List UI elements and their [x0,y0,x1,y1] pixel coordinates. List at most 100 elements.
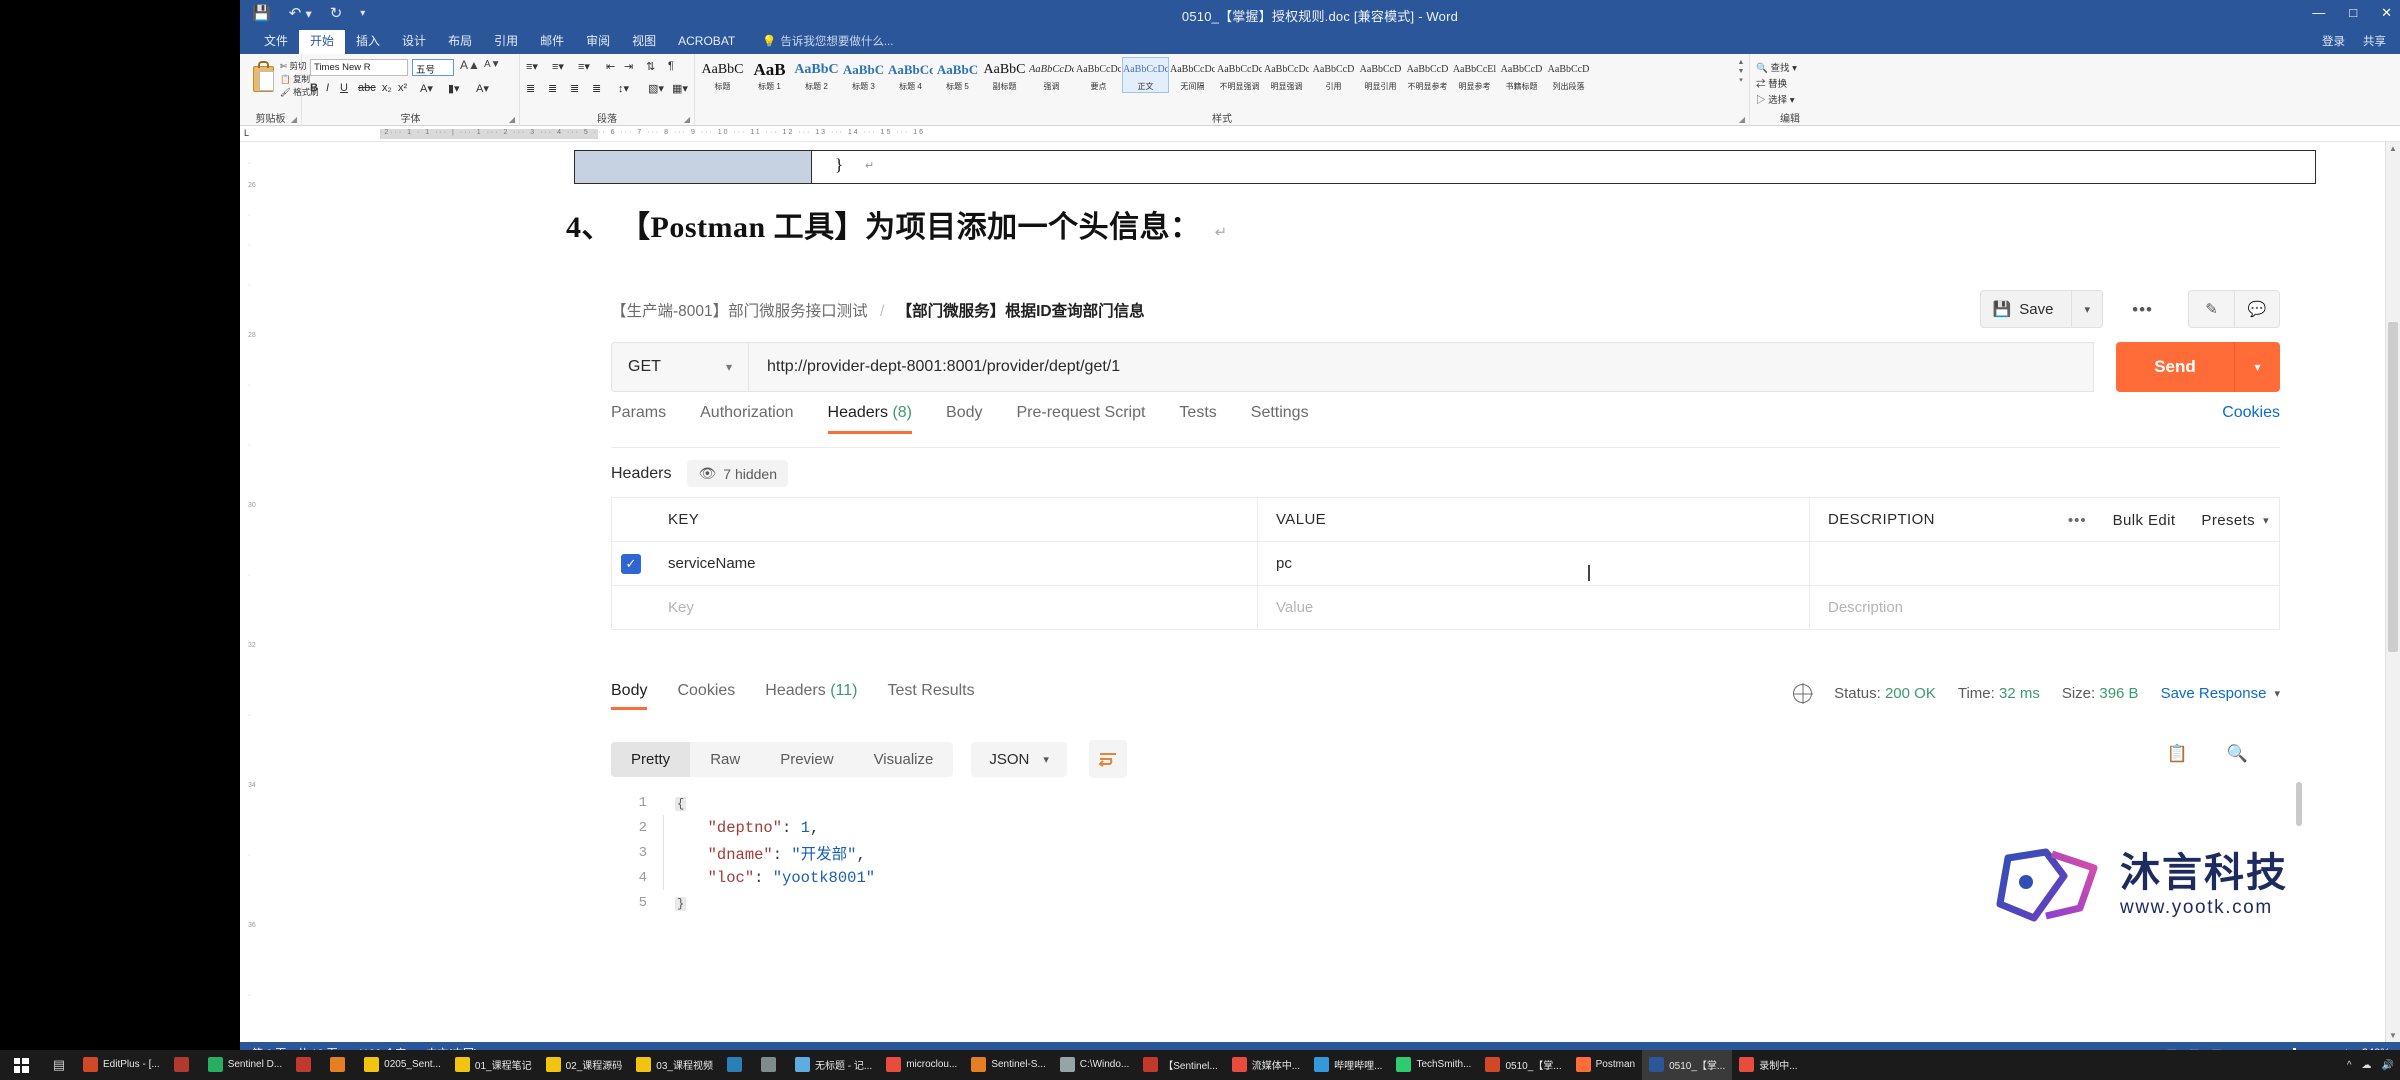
sign-in-link[interactable]: 登录 [2322,33,2345,49]
grow-font-icon[interactable]: A▲ [460,58,480,72]
show-marks-icon[interactable]: ¶ [668,60,674,72]
style-item[interactable]: AaBbCcEl 明显参考 [1451,57,1498,93]
ribbon-tab-acrobat[interactable]: ACROBAT [667,30,746,54]
justify-icon[interactable]: ≣ [592,82,601,95]
row-key[interactable]: serviceName [650,542,1258,585]
ribbon-tab-mailings[interactable]: 邮件 [529,30,575,54]
shading-icon[interactable]: ▧▾ [648,82,664,95]
styles-scroll-down-icon[interactable]: ▼ [1735,67,1747,76]
style-item[interactable]: AaBbCcDc 无间隔 [1169,57,1216,93]
align-center-icon[interactable]: ≣ [548,82,557,95]
task-view-button[interactable]: ▤ [42,1057,76,1073]
close-button[interactable]: ✕ [2381,5,2392,21]
superscript-icon[interactable]: x² [398,82,407,94]
taskbar-item[interactable]: 01_课程笔记 [448,1050,539,1080]
style-item[interactable]: AaBbC 标题 5 [934,57,981,93]
volume-icon[interactable]: 🔊 [2382,1060,2394,1071]
search-icon[interactable]: 🔍 [2227,744,2248,764]
tab-prerequest-script[interactable]: Pre-request Script [1016,404,1145,433]
quick-styles-gallery[interactable]: AaBbC 标题 AaB 标题 1 AaBbC 标题 2 AaBbC 标题 3 AaBb… [699,57,1592,93]
cookies-link[interactable]: Cookies [2222,404,2280,422]
placeholder-description[interactable]: Description [1810,586,2279,629]
response-scrollbar-thumb[interactable] [2296,782,2302,826]
wrap-lines-button[interactable] [1088,740,1127,778]
horizontal-ruler[interactable]: L ·2··· 1 · 1 ··· | ··· 1 ··· 2 ··· 3 ··… [240,126,2400,142]
select-command[interactable]: ▷ 选择 ▾ [1756,92,1795,106]
bold-icon[interactable]: B [310,82,318,94]
code-fold-icon[interactable]: } [675,896,687,911]
paste-icon[interactable] [250,60,276,94]
style-item[interactable]: AaBbC 标题 3 [840,57,887,93]
style-item[interactable]: AaBbCcDc 不明显强调 [1216,57,1263,93]
taskbar-item[interactable]: 0205_Sent... [357,1050,448,1080]
bulk-edit-button[interactable]: Bulk Edit [2113,512,2176,529]
edit-pencil-icon[interactable]: ✎ [2189,291,2234,327]
find-command[interactable]: 🔍 查找 ▾ [1756,60,1797,74]
document-page[interactable]: } ↵ 4、 【Postman 工具】为项目添加一个头信息： ↵ 【生产端-800… [266,142,2340,1042]
document-scrollbar[interactable]: ▲ ▼ [2385,142,2400,1042]
borders-icon[interactable]: ▦▾ [672,82,688,95]
request-tabs[interactable]: Params Authorization Headers (8) Body Pr… [611,404,2280,448]
comment-icon[interactable]: 💬 [2234,291,2279,327]
more-options-icon[interactable]: ••• [2132,300,2153,320]
strikethrough-icon[interactable]: abc [358,82,376,94]
system-tray[interactable]: ^ ☁ 🔊 [2347,1060,2394,1071]
response-tab-body[interactable]: Body [611,682,648,710]
placeholder-key[interactable]: Key [650,586,1258,629]
align-left-icon[interactable]: ≣ [526,82,535,95]
italic-icon[interactable]: I [326,82,329,94]
styles-scroll-buttons[interactable]: ▲ ▼ ▾ [1735,58,1747,85]
ribbon-tab-references[interactable]: 引用 [483,30,529,54]
subscript-icon[interactable]: x₂ [382,82,392,94]
scroll-down-icon[interactable]: ▼ [2386,1031,2400,1040]
ribbon-tab-home[interactable]: 开始 [299,30,346,54]
taskbar-item[interactable] [323,1050,357,1080]
show-hidden-icons-icon[interactable]: ^ [2347,1060,2352,1071]
minimize-button[interactable]: — [2312,5,2325,21]
multilevel-list-icon[interactable]: ≡▾ [578,60,590,73]
ribbon-tab-view[interactable]: 视图 [621,30,667,54]
tab-headers[interactable]: Headers (8) [827,404,912,434]
tab-params[interactable]: Params [611,404,666,433]
taskbar-item[interactable]: EditPlus - [... [76,1050,167,1080]
tab-settings[interactable]: Settings [1251,404,1309,433]
code-fold-icon[interactable]: { [675,796,687,811]
taskbar-item[interactable] [167,1050,201,1080]
format-raw[interactable]: Raw [690,742,760,777]
scrollbar-thumb[interactable] [2388,322,2398,652]
breadcrumb-parent[interactable]: 【生产端-8001】部门微服务接口测试 [611,303,868,320]
style-item[interactable]: AaBbCcD 书籍标题 [1498,57,1545,93]
style-item[interactable]: AaBbCcD 明显引用 [1357,57,1404,93]
taskbar-item[interactable]: Postman [1569,1050,1642,1080]
highlight-icon[interactable]: ▮▾ [448,82,460,95]
taskbar-item[interactable]: 流媒体中... [1225,1050,1307,1080]
tab-tests[interactable]: Tests [1179,404,1216,433]
ribbon-tab-file[interactable]: 文件 [253,30,299,54]
font-color-icon[interactable]: A▾ [476,82,489,95]
bullets-icon[interactable]: ≡▾ [526,60,538,73]
save-dropdown-caret-icon[interactable]: ▾ [2071,291,2102,327]
taskbar-item[interactable]: 无标题 - 记... [788,1050,879,1080]
underline-icon[interactable]: U [340,82,348,94]
shrink-font-icon[interactable]: A▼ [484,59,501,70]
response-tabs[interactable]: Body Cookies Headers (11) Test Results S… [611,682,2280,728]
taskbar-item[interactable]: Sentinel-S... [964,1050,1052,1080]
taskbar-item[interactable]: Sentinel D... [201,1050,289,1080]
numbering-icon[interactable]: ≡▾ [552,60,564,73]
hidden-headers-toggle[interactable]: 👁 7 hidden [687,460,788,487]
taskbar-items[interactable]: EditPlus - [... Sentinel D... 0205_Sent...… [76,1050,1805,1080]
taskbar-item[interactable]: microclou... [879,1050,964,1080]
styles-scroll-up-icon[interactable]: ▲ [1735,58,1747,67]
style-item[interactable]: AaBbCcDc 要点 [1075,57,1122,93]
row-checkbox[interactable]: ✓ [612,553,650,574]
style-item[interactable]: AaBbCcDc 强调 [1028,57,1075,93]
style-item[interactable]: AaBbCcD 列出段落 [1545,57,1592,93]
tab-stop-selector-icon[interactable]: L [244,128,249,138]
taskbar-item[interactable]: 03_课程视频 [629,1050,720,1080]
content-type-selector[interactable]: JSON ▾ [971,741,1067,777]
format-tab-group[interactable]: Pretty Raw Preview Visualize [611,741,954,777]
font-dialog-launcher[interactable]: ◢ [509,115,515,124]
style-item[interactable]: AaBbCcD 不明显参考 [1404,57,1451,93]
response-tab-test-results[interactable]: Test Results [887,682,974,710]
ribbon-tab-design[interactable]: 设计 [391,30,437,54]
